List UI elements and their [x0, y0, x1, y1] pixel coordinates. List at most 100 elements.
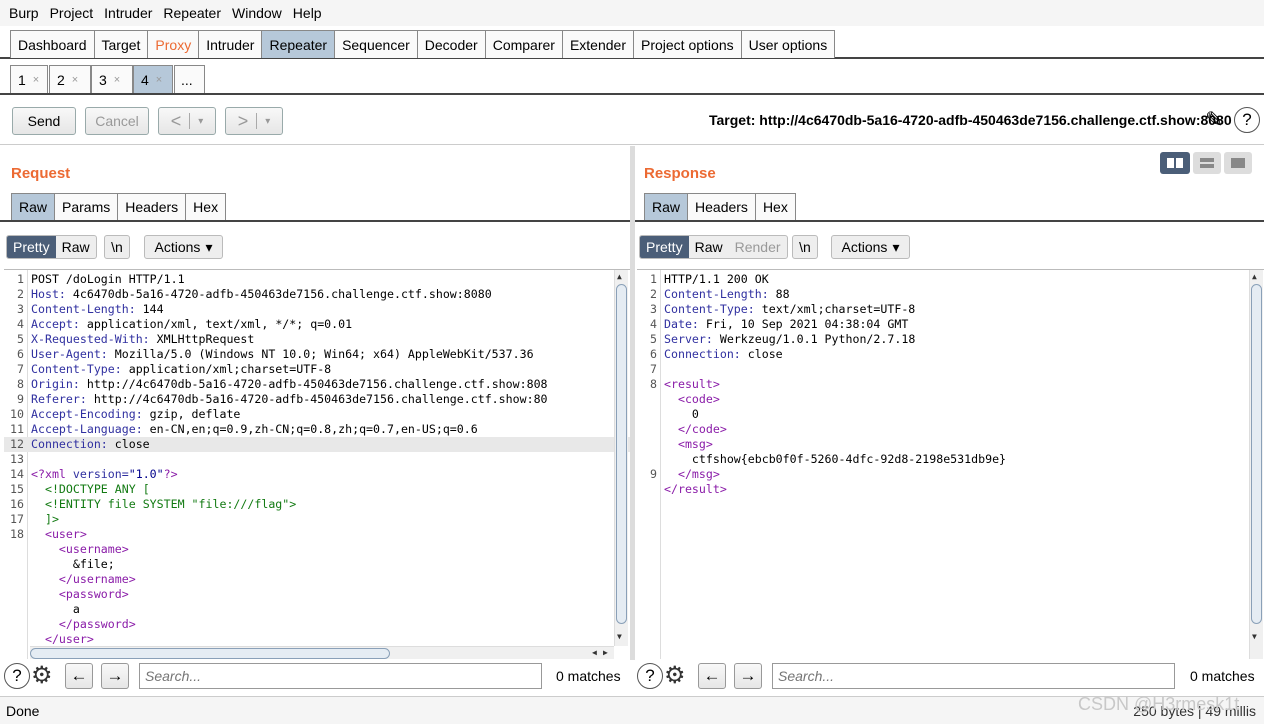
request-horizontal-scrollbar[interactable]: ◀ ▶ [30, 646, 614, 659]
menu-intruder[interactable]: Intruder [99, 5, 158, 21]
scroll-thumb[interactable] [616, 284, 627, 624]
menu-project[interactable]: Project [45, 5, 100, 21]
repeater-tab-4[interactable]: 4 × [133, 65, 173, 93]
response-actions-button[interactable]: Actions ▾ [831, 235, 910, 259]
pane-divider[interactable] [630, 146, 635, 660]
layout-side-by-side-icon[interactable] [1160, 152, 1190, 174]
request-newline-button[interactable]: \n [104, 235, 130, 259]
status-text: Done [6, 703, 40, 719]
request-tab-params[interactable]: Params [54, 193, 119, 220]
response-editor[interactable]: 1 HTTP/1.1 200 OK 2 Content-Length: 88 3 Co… [637, 269, 1264, 659]
code-line: 7 Content-Type: application/xml;charset=U… [17, 362, 332, 376]
request-search-input[interactable] [139, 663, 542, 689]
response-render-button[interactable]: Render [729, 236, 787, 258]
scroll-up-arrow-icon[interactable]: ▲ [1252, 272, 1257, 281]
response-vertical-scrollbar[interactable]: ▲ ▼ [1249, 270, 1263, 659]
separator [256, 113, 258, 129]
code-line: </user> [44, 632, 94, 646]
previous-match-button[interactable]: ← [698, 663, 726, 689]
gear-icon[interactable]: ⚙ [664, 661, 686, 690]
next-match-button[interactable]: → [101, 663, 129, 689]
next-match-button[interactable]: → [734, 663, 762, 689]
code-line: 15 <!DOCTYPE ANY [ [10, 482, 150, 496]
code-line: 10 Accept-Encoding: gzip, deflate [10, 407, 241, 421]
response-tab-hex[interactable]: Hex [754, 193, 796, 220]
layout-stacked-icon[interactable] [1193, 152, 1221, 174]
menu-help[interactable]: Help [288, 5, 328, 21]
pencil-icon[interactable]: ✎ [1205, 107, 1223, 133]
code-line: &file; [72, 557, 115, 571]
tab-decoder[interactable]: Decoder [416, 30, 486, 58]
scroll-right-arrow-icon[interactable]: ▶ [603, 648, 608, 657]
layout-single-icon[interactable] [1224, 152, 1252, 174]
repeater-tab-label: 2 [57, 71, 65, 88]
tab-extender[interactable]: Extender [561, 30, 634, 58]
response-tab-underline [635, 220, 1264, 222]
response-search-input[interactable] [772, 663, 1175, 689]
tab-comparer[interactable]: Comparer [484, 30, 563, 58]
request-raw-button[interactable]: Raw [56, 236, 96, 258]
scroll-thumb[interactable] [1251, 284, 1262, 624]
code-line: 6 Connection: close [650, 347, 783, 361]
menu-window[interactable]: Window [227, 5, 288, 21]
tab-intruder[interactable]: Intruder [198, 30, 263, 58]
tab-project-options[interactable]: Project options [633, 30, 742, 58]
tab-dashboard[interactable]: Dashboard [10, 30, 95, 58]
help-icon[interactable]: ? [1234, 107, 1260, 133]
close-icon[interactable]: × [156, 74, 162, 86]
forward-button[interactable]: > ▾ [225, 107, 283, 135]
back-button[interactable]: < ▾ [158, 107, 216, 135]
request-vertical-scrollbar[interactable]: ▲ ▼ [614, 270, 628, 646]
request-tab-headers[interactable]: Headers [117, 193, 187, 220]
code-line: </code> [677, 422, 727, 436]
chevron-down-icon: ▾ [892, 238, 900, 255]
help-icon[interactable]: ? [4, 663, 30, 689]
repeater-tab-3[interactable]: 3 × [91, 65, 133, 93]
scroll-thumb[interactable] [30, 648, 390, 659]
code-line: <code> [677, 392, 720, 406]
response-match-count: 0 matches [1190, 668, 1255, 684]
response-view-mode: Pretty Raw Render [639, 235, 788, 259]
cancel-button[interactable]: Cancel [85, 107, 149, 135]
main-tab-bar: Dashboard Target Proxy Intruder Repeater… [0, 27, 1264, 59]
tab-user-options[interactable]: User options [740, 30, 836, 58]
response-tab-raw[interactable]: Raw [644, 193, 689, 220]
close-icon[interactable]: × [114, 74, 120, 86]
code-line: 5 Server: Werkzeug/1.0.1 Python/2.7.18 [650, 332, 916, 346]
code-line: </password> [58, 617, 136, 631]
code-line: <msg> [677, 437, 713, 451]
tab-proxy[interactable]: Proxy [147, 30, 200, 58]
request-tab-hex[interactable]: Hex [185, 193, 227, 220]
request-editor[interactable]: 1 POST /doLogin HTTP/1.1 2 Host: 4c6470db-… [4, 269, 630, 659]
request-pretty-button[interactable]: Pretty [7, 236, 56, 258]
menu-repeater[interactable]: Repeater [158, 5, 227, 21]
repeater-tab-new[interactable]: ... [174, 65, 205, 93]
menu-burp[interactable]: Burp [4, 5, 45, 21]
tab-target[interactable]: Target [93, 30, 149, 58]
tab-sequencer[interactable]: Sequencer [334, 30, 418, 58]
scroll-left-arrow-icon[interactable]: ◀ [592, 648, 597, 657]
repeater-tab-1[interactable]: 1 × [10, 65, 48, 93]
code-line: <username> [58, 542, 129, 556]
repeater-toolbar: Send Cancel < ▾ > ▾ Target: http://4c647… [0, 97, 1264, 145]
gear-icon[interactable]: ⚙ [31, 661, 53, 690]
chevron-left-icon: < [170, 110, 182, 131]
scroll-down-arrow-icon[interactable]: ▼ [1252, 632, 1257, 641]
request-actions-button[interactable]: Actions ▾ [144, 235, 223, 259]
response-newline-button[interactable]: \n [792, 235, 818, 259]
send-button[interactable]: Send [12, 107, 76, 135]
response-lines: 1 HTTP/1.1 200 OK 2 Content-Length: 88 3 Co… [637, 272, 1264, 497]
close-icon[interactable]: × [72, 74, 78, 86]
response-pretty-button[interactable]: Pretty [640, 236, 689, 258]
response-tab-headers[interactable]: Headers [687, 193, 756, 220]
scroll-up-arrow-icon[interactable]: ▲ [617, 272, 622, 281]
help-icon[interactable]: ? [637, 663, 663, 689]
request-tab-raw[interactable]: Raw [11, 193, 56, 220]
close-icon[interactable]: × [33, 74, 39, 86]
previous-match-button[interactable]: ← [65, 663, 93, 689]
tab-repeater[interactable]: Repeater [261, 30, 336, 58]
response-raw-button[interactable]: Raw [689, 236, 729, 258]
scroll-down-arrow-icon[interactable]: ▼ [617, 632, 622, 641]
repeater-tab-2[interactable]: 2 × [49, 65, 91, 93]
code-line: 8 <result> [650, 377, 720, 391]
